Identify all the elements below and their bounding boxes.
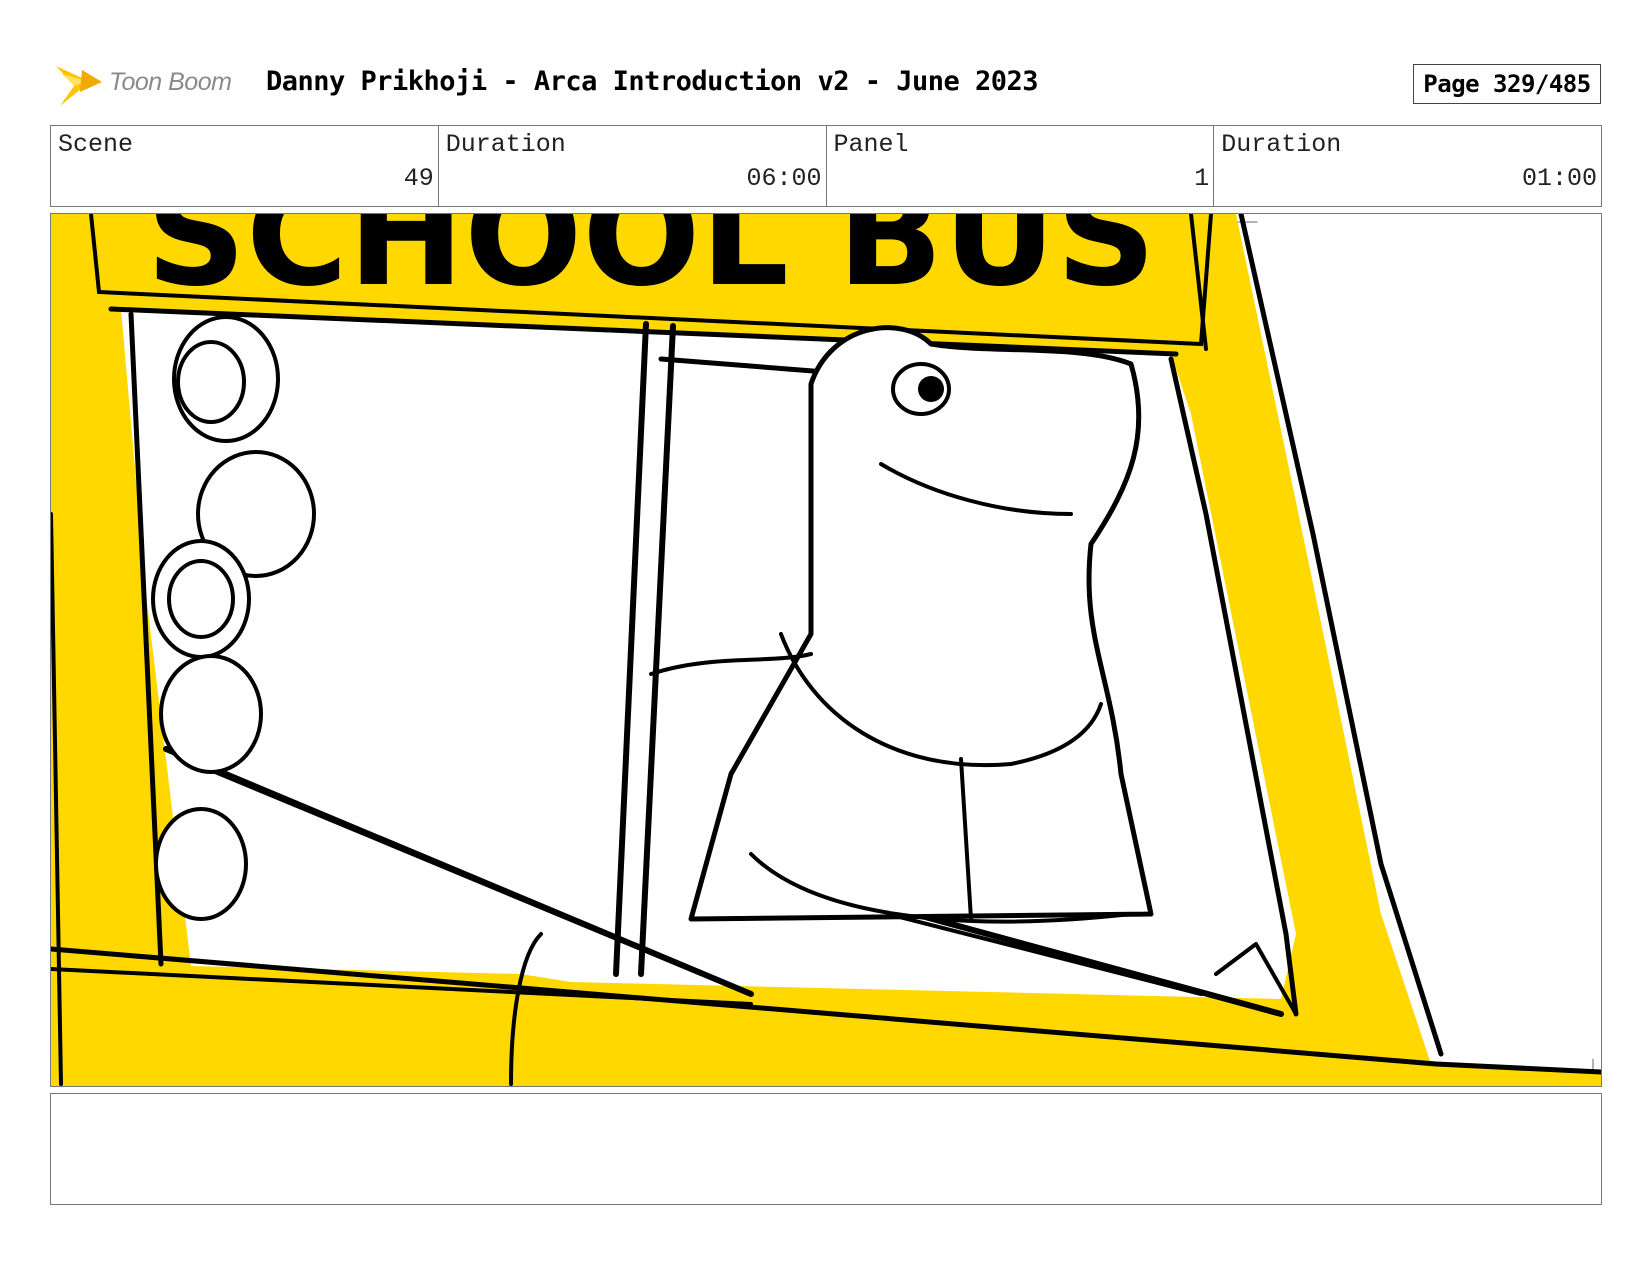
panel-sketch: SCHOOL BUS bbox=[51, 214, 1601, 1086]
scene-value: 49 bbox=[403, 164, 434, 193]
scene-duration-value: 06:00 bbox=[746, 164, 822, 193]
scene-duration-label: Duration bbox=[445, 130, 566, 159]
scene-label: Scene bbox=[58, 130, 134, 159]
scene-cell: Scene 49 bbox=[51, 126, 439, 206]
panel-duration-label: Duration bbox=[1221, 130, 1342, 159]
school-bus-sign: SCHOOL BUS bbox=[146, 214, 1156, 318]
toon-boom-star-icon bbox=[56, 66, 102, 106]
page-indicator: Page 329/485 bbox=[1413, 64, 1601, 104]
logo-text: Toon Boom bbox=[109, 68, 232, 96]
panel-label: Panel bbox=[833, 130, 909, 159]
scene-duration-cell: Duration 06:00 bbox=[439, 126, 827, 206]
panel-value: 1 bbox=[1194, 164, 1210, 193]
panel-info-row: Scene 49 Duration 06:00 Panel 1 Duration… bbox=[50, 125, 1602, 207]
panel-duration-value: 01:00 bbox=[1521, 164, 1597, 193]
toon-boom-logo: Toon Boom bbox=[52, 56, 252, 112]
panel-cell: Panel 1 bbox=[827, 126, 1215, 206]
panel-duration-cell: Duration 01:00 bbox=[1214, 126, 1601, 206]
storyboard-panel: SCHOOL BUS bbox=[50, 213, 1602, 1087]
storyboard-title: Danny Prikhoji - Arca Introduction v2 - … bbox=[266, 66, 1039, 97]
notes-box bbox=[50, 1093, 1602, 1205]
